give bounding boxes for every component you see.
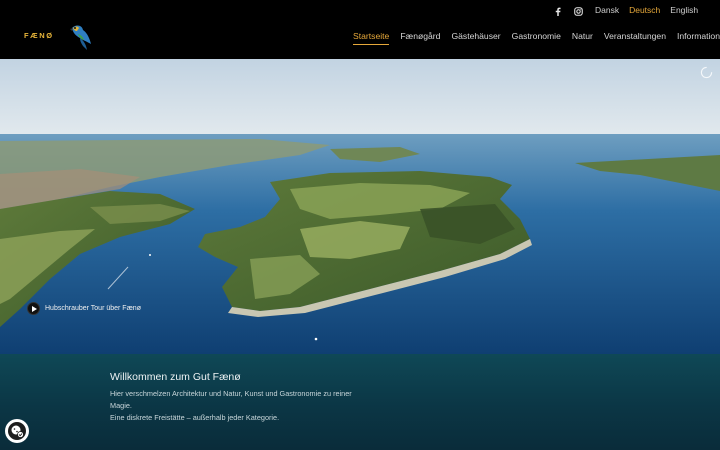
nav-gaestehaeuser[interactable]: Gästehäuser [451,31,500,45]
nav-gastronomie[interactable]: Gastronomie [512,31,561,45]
nav-information[interactable]: Information [677,31,720,45]
nav-startseite[interactable]: Startseite [353,31,390,45]
lang-dansk[interactable]: Dansk [595,5,619,15]
welcome-title: Willkommen zum Gut Fænø [110,371,241,383]
main-nav: Startseite Fænøgård Gästehäuser Gastrono… [353,31,720,45]
loading-spinner-icon [700,66,713,79]
social-links [552,5,584,17]
facebook-icon[interactable] [552,5,564,17]
logo-wordmark: FÆNØ [24,31,54,40]
video-label: Hubschrauber Tour über Fænø [45,305,141,312]
site-header: FÆNØ Dansk Deutsch English Startseite Fæ… [0,0,720,59]
parrot-logo-icon [70,25,91,50]
welcome-line-1: Hier verschmelzen Architektur und Natur,… [110,389,352,410]
welcome-line-2: Eine diskrete Freistätte – außerhalb jed… [110,412,280,422]
play-icon[interactable] [27,302,40,315]
nav-faenogard[interactable]: Fænøgård [400,31,440,45]
nav-natur[interactable]: Natur [572,31,593,45]
hero-aerial-image: Hubschrauber Tour über Fænø [0,59,720,354]
language-switcher: Dansk Deutsch English [595,5,698,15]
instagram-icon[interactable] [572,5,584,17]
cookie-settings-button[interactable] [5,419,29,443]
welcome-text: Hier verschmelzen Architektur und Natur,… [110,388,370,423]
cookie-icon [8,422,26,440]
site-logo[interactable]: FÆNØ [24,22,96,52]
lang-english[interactable]: English [670,5,698,15]
lang-deutsch[interactable]: Deutsch [629,5,660,15]
welcome-section: Willkommen zum Gut Fænø Hier verschmelze… [0,354,720,450]
nav-veranstaltungen[interactable]: Veranstaltungen [604,31,666,45]
helicopter-tour-video-link[interactable]: Hubschrauber Tour über Fænø [27,302,141,315]
